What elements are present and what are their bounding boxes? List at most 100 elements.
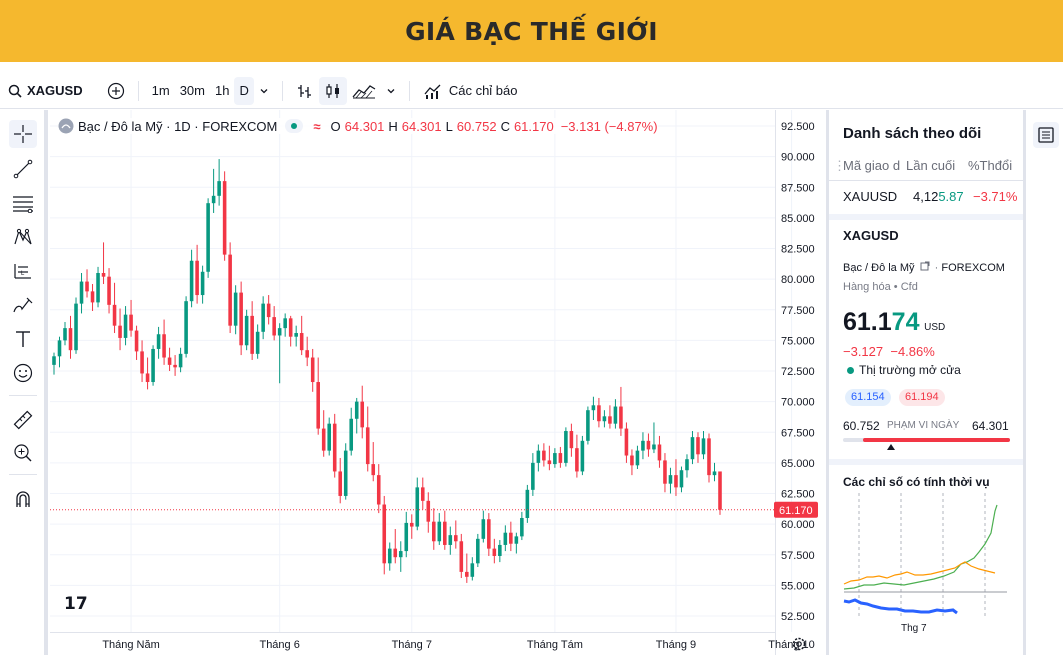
symbol-search[interactable]: XAGUSD [0, 77, 88, 105]
candle [90, 284, 95, 311]
candle-body [310, 357, 315, 383]
interval-dropdown[interactable] [254, 77, 274, 105]
candlestick-chart[interactable]: 92.500 90.000 87.500 85.000 82.500 80.000 77.5… [50, 110, 825, 655]
detail-name[interactable]: Bạc / Đô la Mỹ [843, 262, 915, 274]
open-value: 64.301 [344, 118, 385, 134]
candle-body [266, 303, 271, 318]
candle-body [575, 448, 579, 472]
candle [663, 453, 667, 493]
pattern-tool[interactable] [9, 223, 37, 251]
candle [641, 432, 645, 460]
candle-body [101, 273, 106, 277]
candle [690, 431, 695, 465]
trend-line-tool[interactable] [9, 155, 37, 183]
range-marker [887, 444, 895, 450]
candle-body [437, 521, 442, 542]
forecast-tool[interactable]: L [9, 257, 37, 285]
candle [420, 477, 425, 510]
candle-body [553, 453, 557, 465]
chevron-down-icon [260, 88, 268, 93]
text-icon [16, 331, 30, 347]
candle-body [547, 460, 552, 465]
range-high: 64.301 [972, 419, 1009, 433]
candle-body [443, 521, 447, 545]
candle-body [448, 535, 453, 545]
legend-symbol-name[interactable]: Bạc / Đô la Mỹ · 1D · FOREXCOM [78, 119, 277, 134]
candle [646, 433, 651, 457]
candle [173, 355, 177, 376]
candle-body [222, 181, 227, 255]
chart-settings-button[interactable] [791, 636, 807, 657]
candle [134, 325, 139, 360]
candle-body [613, 406, 618, 424]
detail-category: Hàng hóa [843, 281, 891, 293]
measure-tool[interactable] [9, 406, 37, 434]
candle-body [162, 334, 166, 358]
external-link-icon[interactable] [920, 261, 930, 271]
column-last[interactable]: Lần cuối [906, 158, 955, 173]
low-value: 60.752 [456, 118, 497, 134]
tradingview-logo[interactable]: 17 [64, 594, 88, 614]
area-chart-type-button[interactable] [347, 77, 381, 105]
candle [145, 357, 150, 390]
candle [156, 326, 161, 359]
crosshair-tool[interactable] [9, 120, 37, 148]
candle [387, 542, 392, 571]
indicators-button[interactable]: Các chỉ báo [418, 77, 523, 105]
candle [233, 285, 238, 335]
candle [569, 423, 574, 457]
candle [404, 511, 409, 558]
candle [272, 306, 276, 341]
candle-body [118, 325, 122, 338]
candle [514, 532, 519, 554]
candle [310, 348, 315, 392]
chart-type-dropdown[interactable] [381, 77, 401, 105]
candle-body [63, 328, 67, 341]
chart-legend: Bạc / Đô la Mỹ · 1D · FOREXCOM ≈ O 64.301… [58, 118, 658, 134]
price-tick-label: 65.000 [781, 458, 815, 470]
interval-1d[interactable]: D [234, 76, 254, 105]
bid-price: 61.154 [845, 389, 891, 406]
candle-body [630, 455, 634, 466]
column-change[interactable]: %Thđổi [968, 158, 1012, 173]
candle-body [74, 303, 78, 351]
candle-body [294, 333, 298, 337]
candle-chart-type-button[interactable] [318, 76, 347, 105]
candle [305, 336, 309, 367]
time-tick-label: Tháng 7 [392, 639, 432, 651]
column-symbol[interactable]: Mã giao d [843, 158, 900, 173]
candle [470, 557, 475, 581]
candle [564, 427, 568, 467]
indicators-label: Các chỉ báo [448, 83, 518, 98]
candle-body [602, 416, 607, 422]
brush-tool[interactable] [9, 291, 37, 319]
candle [652, 422, 656, 454]
data-problem-icon[interactable]: ≈ [313, 119, 320, 134]
interval-1m[interactable]: 1m [147, 77, 175, 105]
candle [371, 442, 376, 482]
magnet-tool[interactable] [9, 485, 37, 513]
watchlist-toggle-button[interactable] [1033, 122, 1059, 148]
candle [431, 508, 436, 550]
bar-chart-type-button[interactable] [291, 77, 319, 105]
compare-symbol-button[interactable] [102, 77, 130, 105]
candle [277, 323, 282, 384]
market-status[interactable]: Thị trường mở cửa [847, 363, 961, 377]
seasonal-chart[interactable]: Thg 7 [839, 493, 1014, 633]
text-tool[interactable] [9, 325, 37, 353]
candle-body [696, 437, 700, 455]
interval-1h[interactable]: 1h [210, 77, 234, 105]
candle [316, 357, 320, 435]
candle [112, 282, 117, 334]
icon-tool[interactable] [9, 359, 37, 387]
zoom-tool[interactable] [9, 439, 37, 467]
candle [200, 265, 205, 304]
candle [294, 325, 298, 347]
interval-30m[interactable]: 30m [175, 77, 210, 105]
trend-line-icon [13, 159, 33, 179]
price-chart[interactable]: 92.500 90.000 87.500 85.000 82.500 80.000 77.5… [50, 110, 825, 655]
fib-tool[interactable] [9, 189, 37, 217]
candle [376, 464, 381, 514]
price-axis: 92.500 90.000 87.500 85.000 82.500 80.000 77.5… [781, 121, 815, 623]
candle-body [624, 428, 629, 456]
